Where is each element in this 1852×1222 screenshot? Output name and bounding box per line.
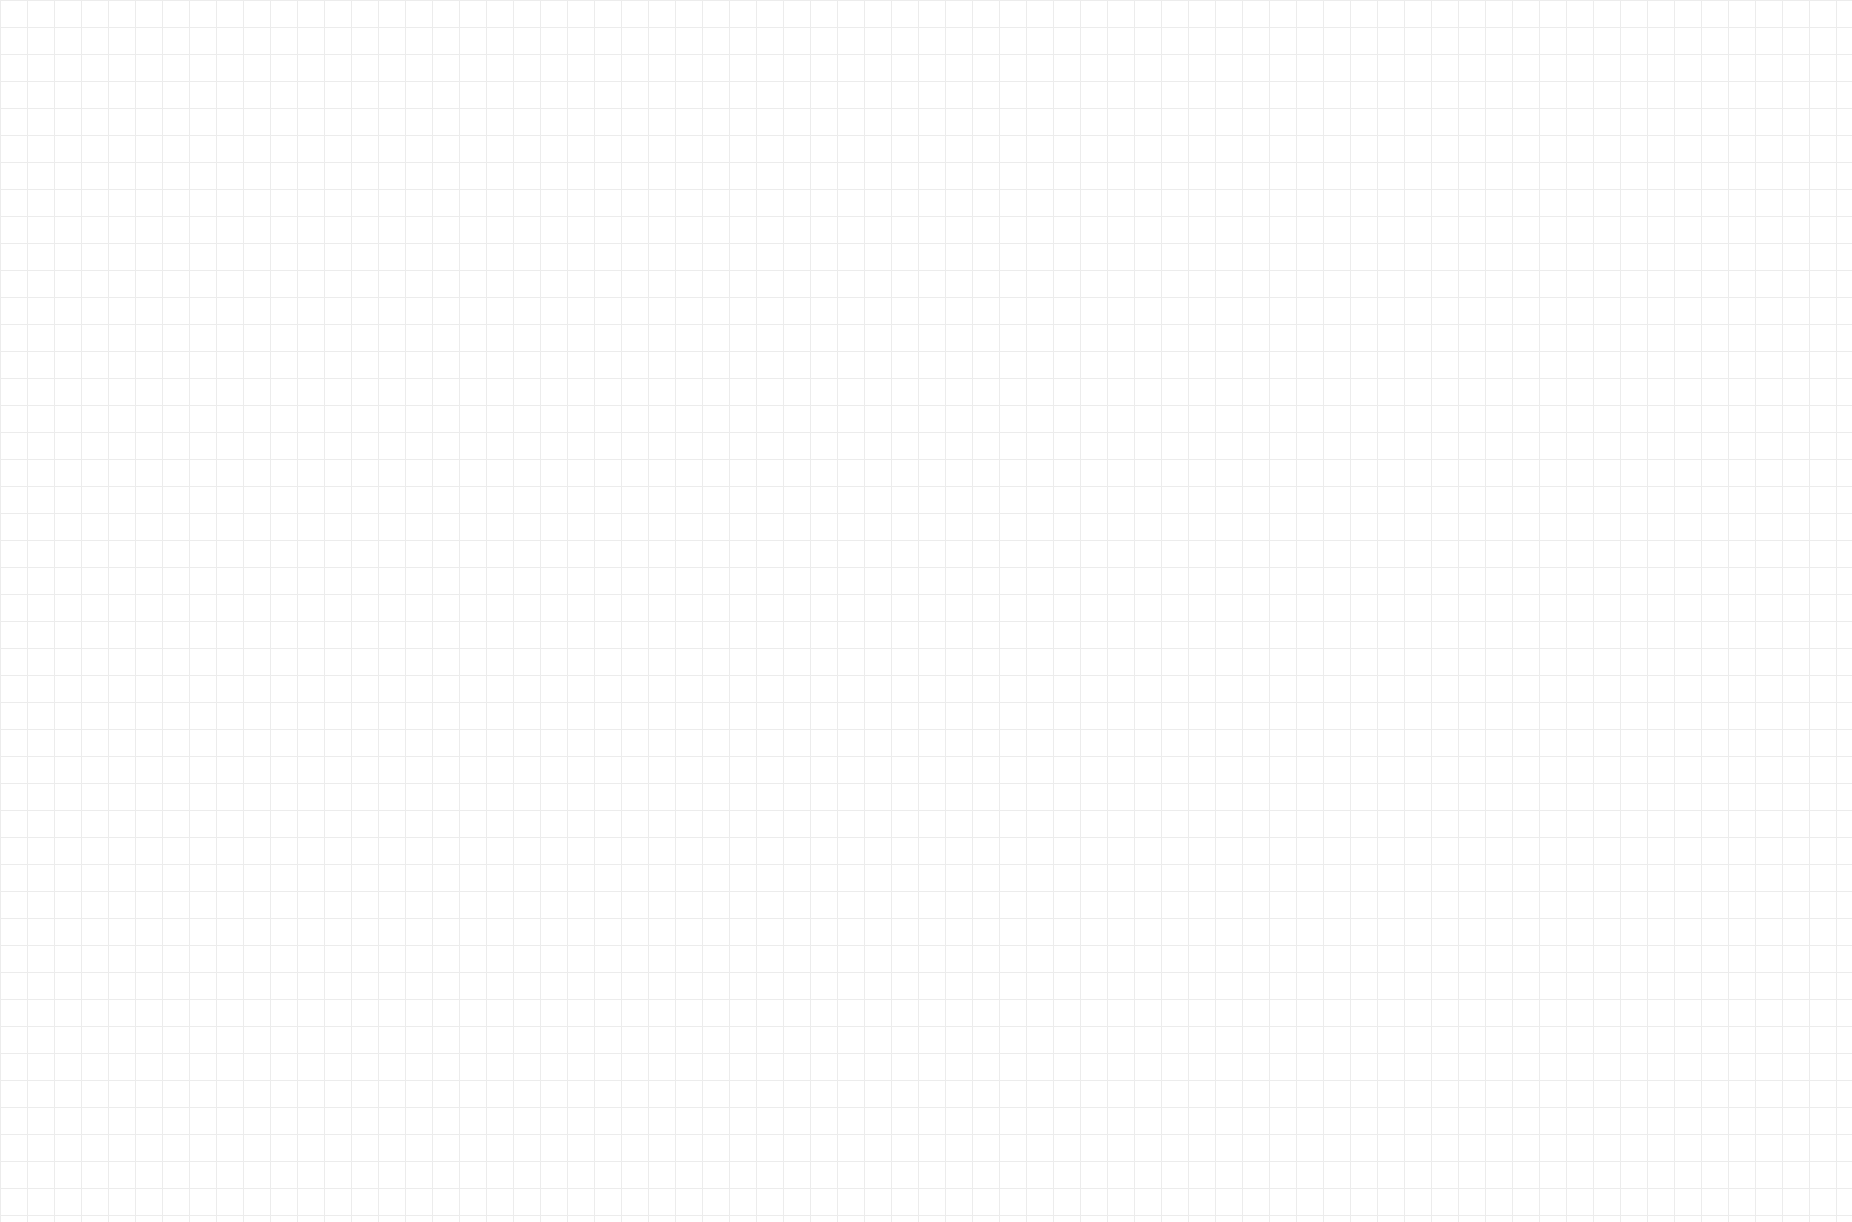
diagram-canvas — [0, 0, 1852, 1222]
ec2-icon — [40, 475, 220, 650]
node-selenium-hub — [520, 475, 700, 655]
node-jitsi-meet — [1490, 475, 1670, 655]
ec2-icon — [920, 475, 1100, 650]
ec2-icon — [1490, 475, 1670, 650]
node-selenium-1 — [920, 55, 1100, 235]
ec2-icon — [920, 55, 1100, 230]
node-torture — [40, 475, 220, 655]
ec2-icon — [920, 965, 1100, 1140]
node-selenium-2 — [920, 475, 1100, 655]
node-selenium-n — [920, 965, 1100, 1145]
ec2-icon — [520, 475, 700, 650]
